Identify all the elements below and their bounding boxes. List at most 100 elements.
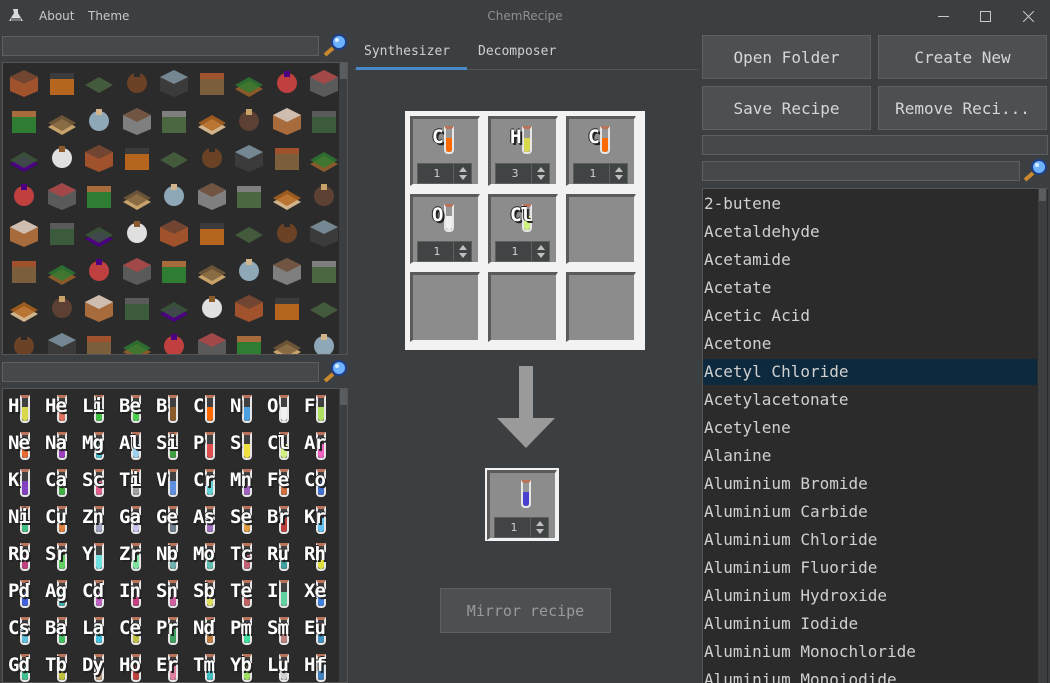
element-item[interactable]: Sc — [81, 467, 113, 499]
chevron-down-icon[interactable] — [537, 253, 545, 258]
block-item[interactable] — [121, 142, 153, 174]
element-item[interactable]: Ca — [44, 467, 76, 499]
element-item[interactable]: Cl — [266, 430, 298, 462]
element-item[interactable]: Dy — [81, 652, 113, 682]
element-item[interactable]: Zr — [118, 541, 150, 573]
quantity-stepper[interactable]: 3 — [495, 163, 550, 184]
element-item[interactable]: Mn — [229, 467, 261, 499]
element-item[interactable]: Eu — [303, 615, 335, 647]
recipe-list-item[interactable]: Aluminium Fluoride — [703, 555, 1037, 581]
element-item[interactable]: Gd — [7, 652, 39, 682]
grid-slot[interactable] — [566, 194, 636, 264]
element-item[interactable]: Yb — [229, 652, 261, 682]
chevron-down-icon[interactable] — [536, 529, 544, 534]
element-item[interactable]: Nb — [155, 541, 187, 573]
block-item[interactable] — [121, 330, 153, 354]
grid-slot[interactable]: Cl 1 — [488, 194, 558, 264]
element-item[interactable]: Sr — [44, 541, 76, 573]
chevron-up-icon[interactable] — [536, 521, 544, 526]
block-search-input[interactable] — [2, 36, 319, 56]
block-item[interactable] — [158, 292, 190, 324]
element-item[interactable]: Zn — [81, 504, 113, 536]
magnifier-icon[interactable] — [321, 359, 349, 383]
element-item[interactable]: Ge — [155, 504, 187, 536]
quantity-stepper[interactable]: 1 — [417, 163, 472, 184]
slot-element[interactable]: C — [587, 124, 619, 156]
block-item[interactable] — [83, 330, 115, 354]
element-item[interactable]: Ar — [303, 430, 335, 462]
quantity-stepper[interactable]: 1 — [417, 241, 472, 262]
block-item[interactable] — [271, 255, 303, 287]
block-item[interactable] — [308, 142, 340, 174]
element-item[interactable]: Tb — [44, 652, 76, 682]
chevron-down-icon[interactable] — [537, 175, 545, 180]
block-palette-scrollbar[interactable] — [339, 63, 347, 354]
block-item[interactable] — [8, 142, 40, 174]
block-item[interactable] — [196, 142, 228, 174]
block-item[interactable] — [233, 292, 265, 324]
element-item[interactable]: Co — [303, 467, 335, 499]
block-item[interactable] — [196, 330, 228, 354]
block-item[interactable] — [308, 217, 340, 249]
block-item[interactable] — [46, 330, 78, 354]
magnifier-icon[interactable] — [321, 33, 349, 57]
block-item[interactable] — [271, 330, 303, 354]
block-item[interactable] — [8, 67, 40, 99]
element-item[interactable]: Rh — [303, 541, 335, 573]
element-item[interactable]: N — [229, 393, 261, 425]
element-search-input[interactable] — [2, 362, 319, 382]
block-item[interactable] — [196, 180, 228, 212]
block-item[interactable] — [271, 217, 303, 249]
block-item[interactable] — [196, 105, 228, 137]
block-item[interactable] — [8, 105, 40, 137]
block-item[interactable] — [46, 67, 78, 99]
block-item[interactable] — [233, 180, 265, 212]
block-item[interactable] — [233, 217, 265, 249]
block-item[interactable] — [271, 142, 303, 174]
chevron-up-icon[interactable] — [459, 245, 467, 250]
element-item[interactable]: Pd — [7, 578, 39, 610]
element-item[interactable]: H — [7, 393, 39, 425]
element-item[interactable]: Ce — [118, 615, 150, 647]
element-item[interactable]: Kr — [303, 504, 335, 536]
block-item[interactable] — [308, 330, 340, 354]
chevron-up-icon[interactable] — [459, 167, 467, 172]
open-folder-button[interactable]: Open Folder — [702, 35, 871, 79]
chevron-up-icon[interactable] — [615, 167, 623, 172]
block-item[interactable] — [121, 180, 153, 212]
recipe-list-item[interactable]: Aluminium Chloride — [703, 527, 1037, 553]
grid-slot[interactable]: H3 — [488, 116, 558, 186]
element-item[interactable]: C — [192, 393, 224, 425]
element-item[interactable]: Ho — [118, 652, 150, 682]
maximize-button[interactable] — [963, 0, 1007, 33]
minimize-button[interactable] — [921, 0, 965, 33]
element-item[interactable]: Ti — [118, 467, 150, 499]
create-new-button[interactable]: Create New — [878, 35, 1047, 79]
element-item[interactable]: Sm — [266, 615, 298, 647]
element-item[interactable]: Er — [155, 652, 187, 682]
grid-slot[interactable]: C1 — [566, 116, 636, 186]
slot-element[interactable]: H — [509, 124, 541, 156]
element-item[interactable]: Pm — [229, 615, 261, 647]
block-item[interactable] — [158, 105, 190, 137]
recipe-list-item[interactable]: Acetyl Chloride — [703, 359, 1037, 385]
element-item[interactable]: Ba — [44, 615, 76, 647]
element-item[interactable]: Nd — [192, 615, 224, 647]
element-item[interactable]: Xe — [303, 578, 335, 610]
block-item[interactable] — [83, 105, 115, 137]
block-item[interactable] — [196, 217, 228, 249]
element-item[interactable]: Ga — [118, 504, 150, 536]
element-item[interactable]: Pr — [155, 615, 187, 647]
block-item[interactable] — [233, 105, 265, 137]
element-item[interactable]: B — [155, 393, 187, 425]
block-item[interactable] — [196, 67, 228, 99]
recipe-list-item[interactable]: Aluminium Hydroxide — [703, 583, 1037, 609]
block-item[interactable] — [158, 330, 190, 354]
block-item[interactable] — [158, 217, 190, 249]
slot-element[interactable]: Cl — [509, 202, 541, 234]
block-item[interactable] — [46, 180, 78, 212]
block-item[interactable] — [158, 142, 190, 174]
slot-element[interactable]: C — [431, 124, 463, 156]
recipe-list-item[interactable]: Acetylacetonate — [703, 387, 1037, 413]
chevron-down-icon[interactable] — [615, 175, 623, 180]
